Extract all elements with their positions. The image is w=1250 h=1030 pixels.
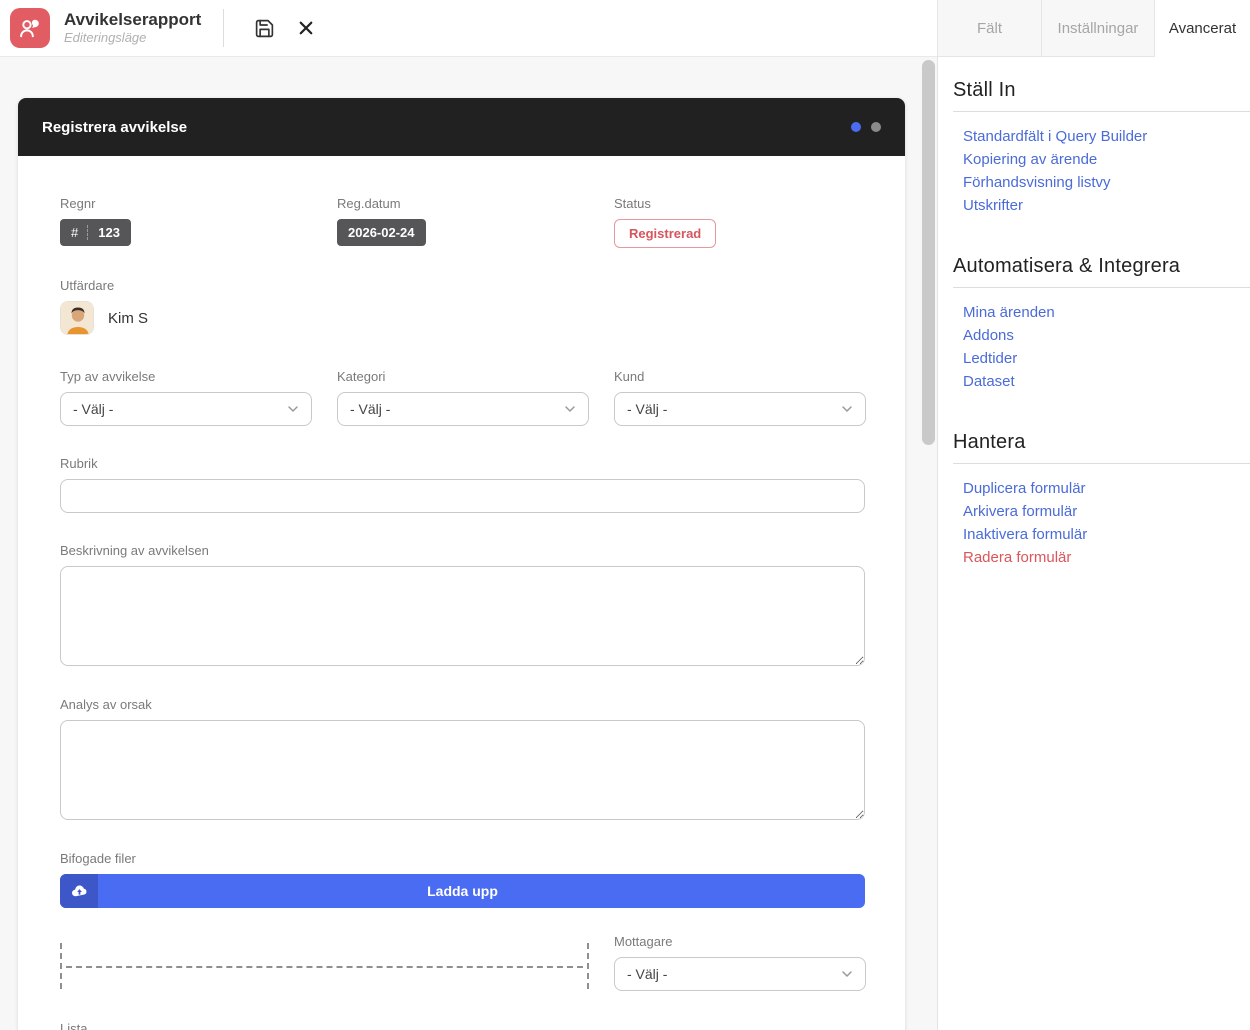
section-title: Ställ In <box>953 79 1250 102</box>
close-icon <box>297 19 315 37</box>
chevron-down-icon <box>285 401 301 417</box>
upload-button[interactable]: Ladda upp <box>60 874 865 908</box>
section-title: Automatisera & Integrera <box>953 255 1250 278</box>
rubrik-input[interactable] <box>60 479 865 513</box>
field-utfardare: Utfärdare Kim S <box>60 278 865 335</box>
row-lista: Lista - Välj - <box>60 1021 865 1030</box>
chevron-down-icon <box>839 401 855 417</box>
link-dataset[interactable]: Dataset <box>963 373 1015 390</box>
upload-cloud-icon <box>60 874 98 908</box>
person-chat-icon <box>17 15 43 41</box>
issuer-name: Kim S <box>108 310 148 327</box>
select-value: - Välj - <box>627 966 667 982</box>
save-icon <box>254 18 275 39</box>
header-divider <box>223 9 224 47</box>
regnr-value: 123 <box>88 225 120 240</box>
avatar <box>60 301 94 335</box>
link-duplicera-formular[interactable]: Duplicera formulär <box>963 480 1086 497</box>
link-addons[interactable]: Addons <box>963 327 1014 344</box>
field-label: Beskrivning av avvikelsen <box>60 543 865 558</box>
page-dots <box>851 122 881 132</box>
link-arkivera-formular[interactable]: Arkivera formulär <box>963 503 1077 520</box>
field-kund: Kund - Välj - <box>614 369 866 426</box>
field-regdatum: Reg.datum 2026-02-24 <box>337 196 589 248</box>
link-mina-arenden[interactable]: Mina ärenden <box>963 304 1055 321</box>
link-forhandsvisning-listvy[interactable]: Förhandsvisning listvy <box>963 174 1111 191</box>
link-utskrifter[interactable]: Utskrifter <box>963 197 1023 214</box>
sidebar-tabs: Fält Inställningar Avancerat <box>937 0 1250 57</box>
status-badge: Registrerad <box>614 219 716 248</box>
empty-field-placeholder[interactable] <box>60 943 589 989</box>
select-value: - Välj - <box>627 401 667 417</box>
field-label: Lista <box>60 1021 312 1030</box>
field-label: Kategori <box>337 369 589 384</box>
form-title: Registrera avvikelse <box>42 119 187 136</box>
row-meta: Regnr # 123 Reg.datum 2026-02-24 Status … <box>60 196 865 248</box>
field-rubrik: Rubrik <box>60 456 865 513</box>
field-label: Kund <box>614 369 866 384</box>
field-label: Analys av orsak <box>60 697 865 712</box>
save-button[interactable] <box>246 10 282 46</box>
link-kopiering-av-arende[interactable]: Kopiering av ärende <box>963 151 1097 168</box>
field-typ-av-avvikelse: Typ av avvikelse - Välj - <box>60 369 312 426</box>
field-label: Status <box>614 196 866 211</box>
link-ledtider[interactable]: Ledtider <box>963 350 1017 367</box>
field-label: Bifogade filer <box>60 851 865 866</box>
field-label: Regnr <box>60 196 312 211</box>
tab-falt[interactable]: Fält <box>937 0 1042 57</box>
field-mottagare: Mottagare - Välj - <box>614 934 866 991</box>
mottagare-select[interactable]: - Välj - <box>614 957 866 991</box>
field-regnr: Regnr # 123 <box>60 196 312 248</box>
field-status: Status Registrerad <box>614 196 866 248</box>
field-label: Utfärdare <box>60 278 865 293</box>
app-header: Avvikelserapport Editeringsläge <box>0 0 937 57</box>
section-stall-in: Ställ In Standardfält i Query Builder Ko… <box>953 79 1250 217</box>
field-analys: Analys av orsak <box>60 697 865 820</box>
field-label: Reg.datum <box>337 196 589 211</box>
form-card-header: Registrera avvikelse <box>18 98 905 156</box>
section-automatisera-integrera: Automatisera & Integrera Mina ärenden Ad… <box>953 255 1250 393</box>
title-block: Avvikelserapport Editeringsläge <box>64 10 201 46</box>
page-title: Avvikelserapport <box>64 10 201 30</box>
regnr-badge: # 123 <box>60 219 131 246</box>
form-card: Registrera avvikelse Regnr # 123 Reg.dat… <box>18 98 905 1030</box>
upload-button-label: Ladda upp <box>98 883 865 899</box>
field-label: Rubrik <box>60 456 865 471</box>
section-hantera: Hantera Duplicera formulär Arkivera form… <box>953 431 1250 569</box>
field-beskrivning: Beskrivning av avvikelsen <box>60 543 865 666</box>
page-dot-1[interactable] <box>851 122 861 132</box>
chevron-down-icon <box>562 401 578 417</box>
beskrivning-textarea[interactable] <box>60 566 865 666</box>
section-title: Hantera <box>953 431 1250 454</box>
page-subtitle: Editeringsläge <box>64 30 201 46</box>
app-logo <box>10 8 50 48</box>
field-label: Mottagare <box>614 934 866 949</box>
field-label: Typ av avvikelse <box>60 369 312 384</box>
field-lista: Lista - Välj - <box>60 1021 312 1030</box>
select-value: - Välj - <box>350 401 390 417</box>
link-inaktivera-formular[interactable]: Inaktivera formulär <box>963 526 1087 543</box>
kategori-select[interactable]: - Välj - <box>337 392 589 426</box>
dashed-line <box>66 966 583 968</box>
link-radera-formular[interactable]: Radera formulär <box>963 549 1071 566</box>
select-value: - Välj - <box>73 401 113 417</box>
row-mottagare: Mottagare - Välj - <box>60 921 865 991</box>
regnr-prefix: # <box>71 225 88 240</box>
typ-select[interactable]: - Välj - <box>60 392 312 426</box>
kund-select[interactable]: - Välj - <box>614 392 866 426</box>
analys-textarea[interactable] <box>60 720 865 820</box>
field-bifogade-filer: Bifogade filer Ladda upp <box>60 851 865 908</box>
form-preview-panel: Registrera avvikelse Regnr # 123 Reg.dat… <box>0 57 937 1030</box>
link-standardfalt-query-builder[interactable]: Standardfält i Query Builder <box>963 128 1147 145</box>
scrollbar-thumb[interactable] <box>922 60 935 445</box>
page-dot-2[interactable] <box>871 122 881 132</box>
row-selects: Typ av avvikelse - Välj - Kategori - Väl… <box>60 369 865 426</box>
tab-installningar[interactable]: Inställningar <box>1042 0 1155 57</box>
field-kategori: Kategori - Välj - <box>337 369 589 426</box>
regdatum-badge: 2026-02-24 <box>337 219 426 246</box>
tab-avancerat[interactable]: Avancerat <box>1155 0 1250 57</box>
settings-sidebar: Ställ In Standardfält i Query Builder Ko… <box>937 57 1250 1030</box>
close-button[interactable] <box>288 10 324 46</box>
chevron-down-icon <box>839 966 855 982</box>
